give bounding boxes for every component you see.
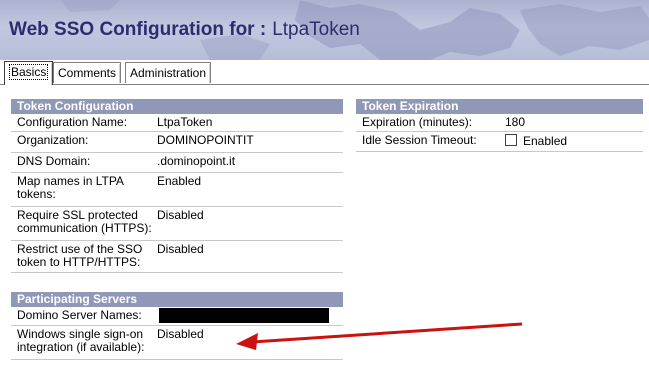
tab-bar: Basics Comments Administration [0,60,649,85]
field-label: Restrict use of the SSO token to HTTP/HTT… [17,243,142,269]
field-label: Map names in LTPA tokens: [17,175,124,201]
tab-administration-label: Administration [130,66,207,80]
section-heading: Participating Servers [11,292,343,307]
field-value: 180 [505,115,526,129]
field-label-line: communication (HTTPS): [17,221,152,235]
field-label: Domino Server Names: [17,308,142,322]
enabled-checkbox[interactable] [505,134,517,146]
field-value: Disabled [157,327,204,341]
row-expiration-minutes: Expiration (minutes): 180 [356,114,643,132]
field-value: Disabled [157,208,204,222]
field-label: Expiration (minutes): [362,115,473,129]
tab-basics[interactable]: Basics [4,61,54,85]
page-title: Web SSO Configuration for : LtpaToken [9,19,360,41]
row-idle-session-timeout: Idle Session Timeout: Enabled [356,132,643,152]
red-arrow-annotation [236,322,523,350]
tab-comments[interactable]: Comments [53,62,122,83]
field-label-line: Restrict use of the SSO [17,242,143,256]
row-restrict-sso-token: Restrict use of the SSO token to HTTP/HTT… [11,241,343,273]
section-heading: Token Configuration [11,99,343,114]
row-organization: Organization: DOMINOPOINTIT [11,132,343,153]
tab-comments-label: Comments [58,66,117,80]
field-label: Idle Session Timeout: [362,133,477,147]
field-label-line: Require SSL protected [17,208,138,222]
token-configuration-section: Token Configuration Configuration Name: … [11,99,343,273]
tab-administration[interactable]: Administration [125,62,212,83]
field-label-line: token to HTTP/HTTPS: [17,255,141,269]
field-label: Windows single sign-on integration (if av… [17,328,144,354]
page-title-prefix: Web SSO Configuration for : [9,19,267,40]
row-dns-domain: DNS Domain: .dominopoint.it [11,153,343,173]
checkbox-label: Enabled [523,134,568,148]
page-title-document: LtpaToken [272,19,360,40]
field-label: Organization: [17,133,89,147]
header-banner: Web SSO Configuration for : LtpaToken [0,0,649,60]
field-value: Enabled [157,174,202,188]
field-value: .dominopoint.it [157,154,236,168]
row-map-names-ltpa: Map names in LTPA tokens: Enabled [11,173,343,207]
tab-basics-label: Basics [9,64,49,80]
field-value: LtpaToken [157,115,213,129]
token-expiration-section: Token Expiration Expiration (minutes): 1… [356,99,643,152]
field-label-line: integration (if available): [17,340,145,354]
field-label: Require SSL protected communication (HTTP… [17,209,152,235]
section-heading: Token Expiration [356,99,643,114]
field-label: DNS Domain: [17,154,91,168]
field-label-line: Map names in LTPA [17,174,124,188]
field-label-line: Windows single sign-on [17,327,144,341]
row-require-ssl: Require SSL protected communication (HTTP… [11,207,343,241]
row-configuration-name: Configuration Name: LtpaToken [11,114,343,132]
field-value: DOMINOPOINTIT [157,133,254,147]
idle-timeout-option: Enabled [505,134,567,148]
field-label-line: tokens: [17,187,56,201]
field-label: Configuration Name: [17,115,128,129]
field-value: Disabled [157,242,204,256]
